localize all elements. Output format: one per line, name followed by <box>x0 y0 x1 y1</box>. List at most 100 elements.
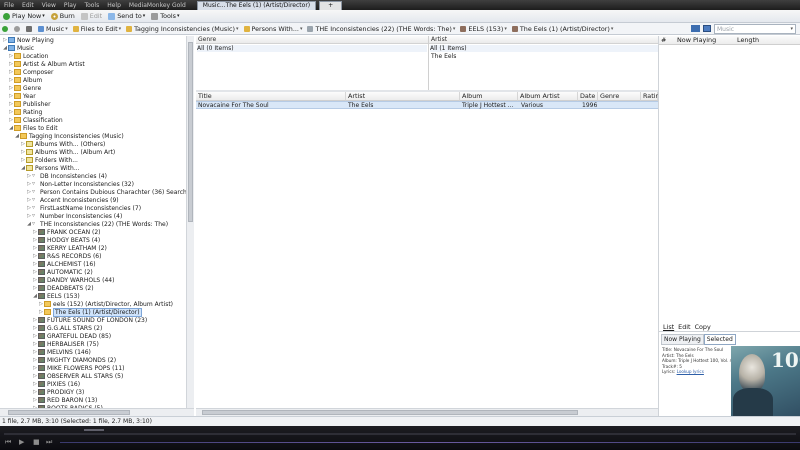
chevron-down-icon[interactable]: ▾ <box>611 26 614 32</box>
tree-item[interactable]: ▷ Year <box>8 92 36 100</box>
tree-item[interactable]: ▷ DANDY WARHOLS (44) <box>32 276 114 284</box>
layout-icon[interactable] <box>703 25 711 32</box>
tree-item[interactable]: ▷ Albums With... (Album Art) <box>20 148 115 156</box>
tree-item[interactable]: ▷ FRANK OCEAN (2) <box>32 228 100 236</box>
search-dropdown-icon[interactable]: ▾ <box>790 26 793 32</box>
tree-item[interactable]: ▷ MELVINS (146) <box>32 348 91 356</box>
table-row[interactable]: Novacaine For The Soul The Eels Triple J… <box>196 101 658 109</box>
tree-hscroll-thumb[interactable] <box>8 410 130 415</box>
volume-bar[interactable] <box>84 429 104 431</box>
artist-item[interactable]: The Eels <box>431 53 456 60</box>
breadcrumb-item[interactable]: EELS (153) ▾ <box>458 25 509 33</box>
tree-scrollbar[interactable] <box>186 36 194 408</box>
tab-selected[interactable]: Selected <box>703 334 736 345</box>
tree-item[interactable]: ▷ RED BARON (13) <box>32 396 97 404</box>
tree-item[interactable]: ▷ Rating <box>8 108 42 116</box>
tree-item[interactable]: ▷ ▿ Person Contains Dubious Charachter (36… <box>26 188 186 196</box>
tree-item[interactable]: ▷ Artist & Album Artist <box>8 60 85 68</box>
search-input[interactable]: Music ▾ <box>714 24 796 34</box>
tree-item[interactable]: ▷ DEADBEATS (2) <box>32 284 94 292</box>
breadcrumb-item[interactable]: Files to Edit ▾ <box>71 25 124 33</box>
pane-divider[interactable] <box>428 36 429 90</box>
tree-item[interactable]: ▷ AUTOMATIC (2) <box>32 268 93 276</box>
menu-play[interactable]: Play <box>60 2 81 9</box>
tree-item[interactable]: ▷ The Eels (1) (Artist/Director) <box>38 307 142 317</box>
tree-item[interactable]: ◢ EELS (153) <box>32 292 80 300</box>
tree-item[interactable]: ▷ Classification <box>8 116 63 124</box>
tree-hscrollbar[interactable] <box>0 408 194 416</box>
np-menu-copy[interactable]: Copy <box>695 323 711 331</box>
edit-button[interactable]: Edit <box>78 12 105 20</box>
tree-item[interactable]: ▷ HODGY BEATS (4) <box>32 236 100 244</box>
tab-current[interactable]: Music...The Eels (1) (Artist/Director) <box>196 0 317 10</box>
column-header-date[interactable]: Date <box>578 92 598 101</box>
forward-button[interactable] <box>12 25 24 32</box>
tree-item[interactable]: ▷ ▿ DB Inconsistencies (4) <box>26 172 107 180</box>
chevron-down-icon[interactable]: ▾ <box>504 26 507 32</box>
tools-button[interactable]: Tools ▾ <box>148 12 182 20</box>
tree-item[interactable]: ▷ Albums With... (Others) <box>20 140 105 148</box>
breadcrumb-item[interactable]: The Eels (1) (Artist/Director) ▾ <box>510 25 617 33</box>
column-header-album-artist[interactable]: Album Artist <box>518 92 578 101</box>
tree-item[interactable]: ▷ FUTURE SOUND OF LONDON (23) <box>32 316 147 324</box>
seek-bar[interactable] <box>4 433 796 435</box>
np-col-length[interactable]: Length <box>737 36 759 44</box>
genre-all-item[interactable]: All (0 Items) <box>197 45 427 52</box>
tab-now-playing[interactable]: Now Playing <box>661 334 704 345</box>
tree-item[interactable]: ▷ KERRY LEATHAM (2) <box>32 244 107 252</box>
column-header-album[interactable]: Album <box>460 92 518 101</box>
tree-item[interactable]: ◢ Persons With... <box>20 164 79 172</box>
tree-item[interactable]: ▷ G.G.ALL STARS (2) <box>32 324 102 332</box>
breadcrumb-item[interactable]: Music ▾ <box>36 25 71 33</box>
menu-tools[interactable]: Tools <box>80 2 103 9</box>
tree-item[interactable]: ▷ Album <box>8 76 42 84</box>
np-col-title[interactable]: Now Playing <box>677 36 737 44</box>
chevron-down-icon[interactable]: ▾ <box>65 26 68 32</box>
new-tab-button[interactable]: + <box>319 0 343 10</box>
tree-item[interactable]: ▷ OBSERVER ALL STARS (5) <box>32 372 123 380</box>
menu-view[interactable]: View <box>38 2 60 9</box>
chevron-down-icon[interactable]: ▾ <box>453 26 456 32</box>
burn-button[interactable]: Burn <box>48 12 78 20</box>
lyrics-link[interactable]: Lookup lyrics <box>677 369 704 374</box>
tree-item[interactable]: ◢ Tagging Inconsistencies (Music) <box>14 132 124 140</box>
home-button[interactable] <box>24 25 36 32</box>
tree-item[interactable]: ◢ Files to Edit <box>8 124 58 132</box>
tree-item[interactable]: ▷ Composer <box>8 68 53 76</box>
stop-button[interactable]: ■ <box>33 438 40 446</box>
breadcrumb-item[interactable]: Persons With... ▾ <box>242 25 306 33</box>
tree-item[interactable]: ▷ PIXIES (16) <box>32 380 80 388</box>
breadcrumb-item[interactable]: THE Inconsistencies (22) (THE Words: The… <box>305 25 458 33</box>
tree-item[interactable]: ▷ ▿ Number Inconsistencies (4) <box>26 212 122 220</box>
np-menu-edit[interactable]: Edit <box>678 323 690 331</box>
back-button[interactable] <box>0 25 12 32</box>
menu-file[interactable]: File <box>0 2 18 9</box>
np-menu-list[interactable]: List <box>663 323 674 331</box>
tree-item[interactable]: ▷ Publisher <box>8 100 50 108</box>
genre-pane-header[interactable]: Genre <box>196 36 428 44</box>
tree-item[interactable]: ▷ PRODIGY (3) <box>32 388 84 396</box>
column-header-genre[interactable]: Genre <box>598 92 641 101</box>
np-col-number[interactable]: # <box>661 36 677 44</box>
menu-mediamonkey-gold[interactable]: MediaMonkey Gold <box>125 2 190 9</box>
column-header-title[interactable]: Title <box>196 92 346 101</box>
tree-item[interactable]: ▷ HERBALISER (75) <box>32 340 99 348</box>
tree-item[interactable]: ▷ Location <box>8 52 48 60</box>
send-to-button[interactable]: Send to ▾ <box>105 12 148 20</box>
play-button[interactable]: ▶ <box>19 438 24 446</box>
tree-item[interactable]: ◢ Music <box>2 44 34 52</box>
tree-item[interactable]: ▷ ▿ Non-Letter Inconsistencies (32) <box>26 180 134 188</box>
chevron-down-icon[interactable]: ▾ <box>300 26 303 32</box>
tree-item[interactable]: ▷ MIKE FLOWERS POPS (11) <box>32 364 124 372</box>
album-art[interactable]: 100 <box>731 346 800 416</box>
prev-button[interactable]: ⏮ <box>5 438 11 447</box>
tree-item[interactable]: ▷ ▿ FirstLastName Inconsistencies (7) <box>26 204 141 212</box>
menu-help[interactable]: Help <box>103 2 125 9</box>
chevron-down-icon[interactable]: ▾ <box>236 26 239 32</box>
tree-scroll-thumb[interactable] <box>188 42 193 222</box>
tree-item[interactable]: ▷ ALCHEMIST (16) <box>32 260 96 268</box>
column-header-ratin[interactable]: Ratin <box>641 92 660 101</box>
chevron-down-icon[interactable]: ▾ <box>119 26 122 32</box>
tree-item[interactable]: ▷ MIGHTY DIAMONDS (2) <box>32 356 116 364</box>
tree-item[interactable]: ▷ R&S RECORDS (6) <box>32 252 101 260</box>
